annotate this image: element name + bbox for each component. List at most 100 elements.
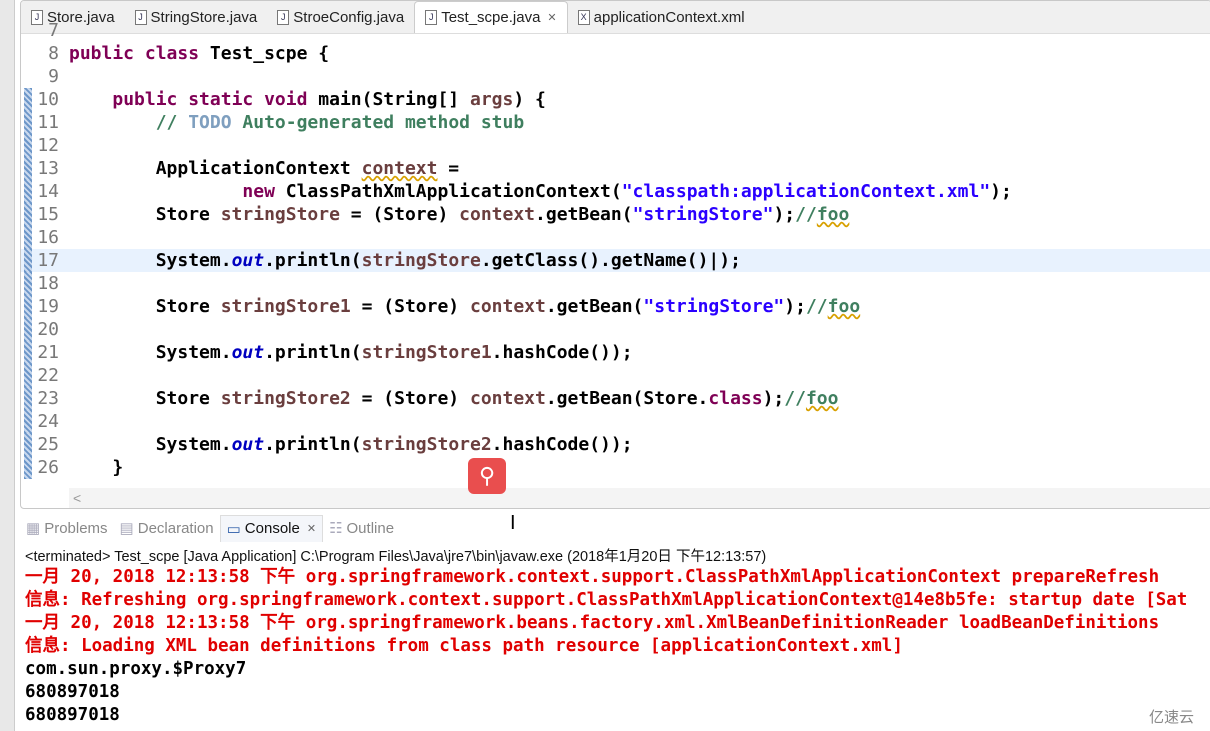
code-token: //: [805, 296, 828, 317]
code-line: 14 new ClassPathXmlApplicationContext("c…: [21, 180, 1210, 203]
line-number: 11: [37, 112, 59, 133]
code-token: foo: [805, 388, 839, 409]
code-token: .println(: [264, 342, 362, 363]
console-line: 680897018: [25, 705, 120, 725]
line-number: 15: [37, 204, 59, 225]
watermark-logo: 亿速云: [1148, 709, 1194, 726]
code-line: 12: [21, 134, 1210, 157]
code-token: .getBean(: [535, 204, 633, 225]
text-cursor-icon: I: [510, 512, 516, 534]
console-line: 一月 20, 2018 12:13:58 下午 org.springframew…: [25, 613, 1160, 633]
console-line: 680897018: [25, 682, 120, 702]
line-number: 20: [37, 319, 59, 340]
line-number: 7: [48, 20, 59, 41]
search-icon: ⚲: [478, 463, 496, 488]
tab-console[interactable]: ▭ Console ✕: [219, 514, 324, 542]
tab-problems[interactable]: ▦ Problems: [20, 515, 114, 541]
line-number: 25: [37, 434, 59, 455]
problems-icon: ▦: [26, 520, 41, 537]
code-line: 25 System.out.println(stringStore2.hashC…: [21, 433, 1210, 456]
code-text: Store stringStore1 = (Store) context.get…: [69, 295, 860, 318]
code-token: Store: [69, 204, 221, 225]
code-line: 11 // TODO Auto-generated method stub: [21, 111, 1210, 134]
console-line: com.sun.proxy.$Proxy7: [25, 659, 247, 679]
code-text: public static void main(String[] args) {: [69, 88, 546, 111]
code-line: 24: [21, 410, 1210, 433]
code-token: .println(: [264, 434, 362, 455]
code-text: System.out.println(stringStore2.hashCode…: [69, 433, 633, 456]
code-token: context: [361, 158, 438, 179]
code-token: stringStore2: [220, 388, 351, 409]
code-token: class: [708, 388, 763, 409]
code-token: );: [990, 181, 1012, 202]
code-token: System.: [69, 434, 232, 455]
left-strip: [0, 0, 15, 731]
code-token: new: [242, 181, 286, 202]
code-line: 19 Store stringStore1 = (Store) context.…: [21, 295, 1210, 318]
code-token: stringStore2: [361, 434, 492, 455]
code-line: 13 ApplicationContext context =: [21, 157, 1210, 180]
code-token: = (Store): [339, 204, 460, 225]
code-token: .getClass().getName()|);: [480, 250, 741, 271]
line-number: 21: [37, 342, 59, 363]
code-text: System.out.println(stringStore1.hashCode…: [69, 341, 633, 364]
tab-label: Console: [244, 520, 300, 537]
outline-icon: ☷: [329, 520, 343, 537]
code-token: stringStore: [220, 204, 340, 225]
code-text: new ClassPathXmlApplicationContext("clas…: [69, 180, 1012, 203]
horizontal-scrollbar[interactable]: <: [69, 488, 1210, 508]
code-text: Store stringStore2 = (Store) context.get…: [69, 387, 839, 410]
code-token: main(String[]: [318, 89, 470, 110]
line-number: 10: [37, 89, 59, 110]
search-button[interactable]: ⚲: [468, 458, 506, 494]
code-text: System.out.println(stringStore.getClass(…: [69, 249, 741, 272]
line-number: 9: [48, 66, 59, 87]
code-token: foo: [827, 296, 861, 317]
code-line: 10 public static void main(String[] args…: [21, 88, 1210, 111]
code-token: TODO: [188, 112, 232, 133]
code-line: 22: [21, 364, 1210, 387]
code-token: .getBean(Store.: [545, 388, 709, 409]
code-token: );: [784, 296, 806, 317]
line-number: 8: [48, 43, 59, 64]
line-number: 13: [37, 158, 59, 179]
code-text: // TODO Auto-generated method stub: [69, 111, 524, 134]
console-line: 一月 20, 2018 12:13:58 下午 org.springframew…: [25, 567, 1160, 587]
code-token: .hashCode());: [491, 342, 633, 363]
code-token: Test_scpe {: [209, 43, 330, 64]
tab-outline[interactable]: ☷ Outline: [323, 515, 400, 541]
code-text: public class Test_scpe {: [69, 42, 329, 65]
tab-declaration[interactable]: ▤ Declaration: [114, 515, 220, 541]
code-token: out: [231, 250, 265, 271]
code-line: 18: [21, 272, 1210, 295]
code-line: 17 System.out.println(stringStore.getCla…: [21, 249, 1210, 272]
code-token: stringStore1: [220, 296, 351, 317]
tab-label: Problems: [44, 519, 108, 537]
console-output[interactable]: 一月 20, 2018 12:13:58 下午 org.springframew…: [25, 566, 1187, 727]
tab-label: Declaration: [137, 519, 214, 537]
code-token: //: [155, 112, 189, 133]
code-token: out: [231, 434, 265, 455]
code-token: Auto-generated method stub: [231, 112, 525, 133]
code-text: ApplicationContext context =: [69, 157, 459, 180]
code-line: 21 System.out.println(stringStore1.hashC…: [21, 341, 1210, 364]
code-token: System.: [69, 250, 232, 271]
code-line: 8 public class Test_scpe {: [21, 42, 1210, 65]
code-token: ApplicationContext: [69, 158, 362, 179]
close-icon[interactable]: ✕: [307, 522, 316, 535]
code-editor[interactable]: J Store.java J StringStore.java J StroeConfig…: [20, 0, 1210, 509]
code-token: "stringStore": [643, 296, 785, 317]
code-area[interactable]: 7 8 public class Test_scpe { 9 10 public sta…: [21, 20, 1210, 483]
code-token: }: [69, 457, 124, 478]
line-number: 18: [37, 273, 59, 294]
code-token: args: [469, 89, 514, 110]
code-text: Store stringStore = (Store) context.getB…: [69, 203, 850, 226]
line-number: 16: [37, 227, 59, 248]
code-text: }: [69, 456, 123, 479]
code-token: stringStore1: [361, 342, 492, 363]
line-number: 19: [37, 296, 59, 317]
code-token: ) {: [513, 89, 546, 110]
line-number: 26: [37, 457, 59, 478]
code-line: 16: [21, 226, 1210, 249]
